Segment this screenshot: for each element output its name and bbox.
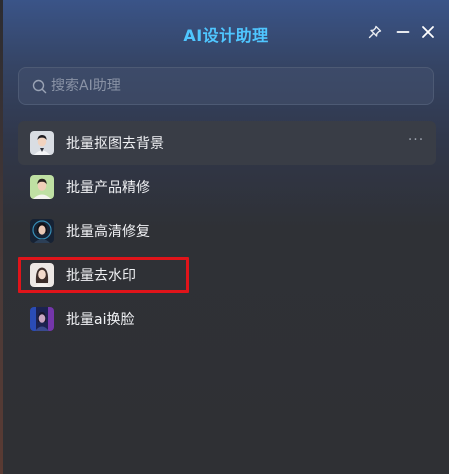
avatar xyxy=(30,175,54,199)
assistant-list: 批量抠图去背景 ··· 批量产品精修 批量高清修复 批量去水印 批量ai换脸 xyxy=(18,121,436,341)
more-options-icon[interactable]: ··· xyxy=(406,133,426,153)
close-button[interactable] xyxy=(417,22,439,44)
avatar xyxy=(30,307,54,331)
close-icon xyxy=(421,24,435,43)
minimize-icon xyxy=(396,24,410,43)
ai-assistant-panel: AI设计助理 搜索AI助理 批量抠图去背景 ··· 批量产品精修 批量高清修复 … xyxy=(3,0,449,474)
assistant-item-hd-restore[interactable]: 批量高清修复 xyxy=(18,209,436,253)
assistant-item-label: 批量高清修复 xyxy=(66,224,150,240)
pin-button[interactable] xyxy=(364,22,386,44)
assistant-item-label: 批量产品精修 xyxy=(66,180,150,196)
assistant-item-ai-face-swap[interactable]: 批量ai换脸 xyxy=(18,297,436,341)
app-frame: AI设计助理 搜索AI助理 批量抠图去背景 ··· 批量产品精修 批量高清修复 … xyxy=(0,0,449,474)
search-input[interactable] xyxy=(51,68,433,104)
pin-icon xyxy=(368,24,382,43)
avatar xyxy=(30,131,54,155)
minimize-button[interactable] xyxy=(392,22,414,44)
assistant-item-product-retouch[interactable]: 批量产品精修 xyxy=(18,165,436,209)
assistant-item-label: 批量去水印 xyxy=(66,268,136,284)
assistant-item-label: 批量抠图去背景 xyxy=(66,136,164,152)
search-box[interactable] xyxy=(18,67,434,105)
search-icon xyxy=(31,78,47,94)
assistant-item-label: 批量ai换脸 xyxy=(66,312,135,328)
avatar xyxy=(30,219,54,243)
assistant-item-remove-background[interactable]: 批量抠图去背景 ··· xyxy=(18,121,436,165)
avatar xyxy=(30,263,54,287)
assistant-item-remove-watermark[interactable]: 批量去水印 xyxy=(18,253,436,297)
